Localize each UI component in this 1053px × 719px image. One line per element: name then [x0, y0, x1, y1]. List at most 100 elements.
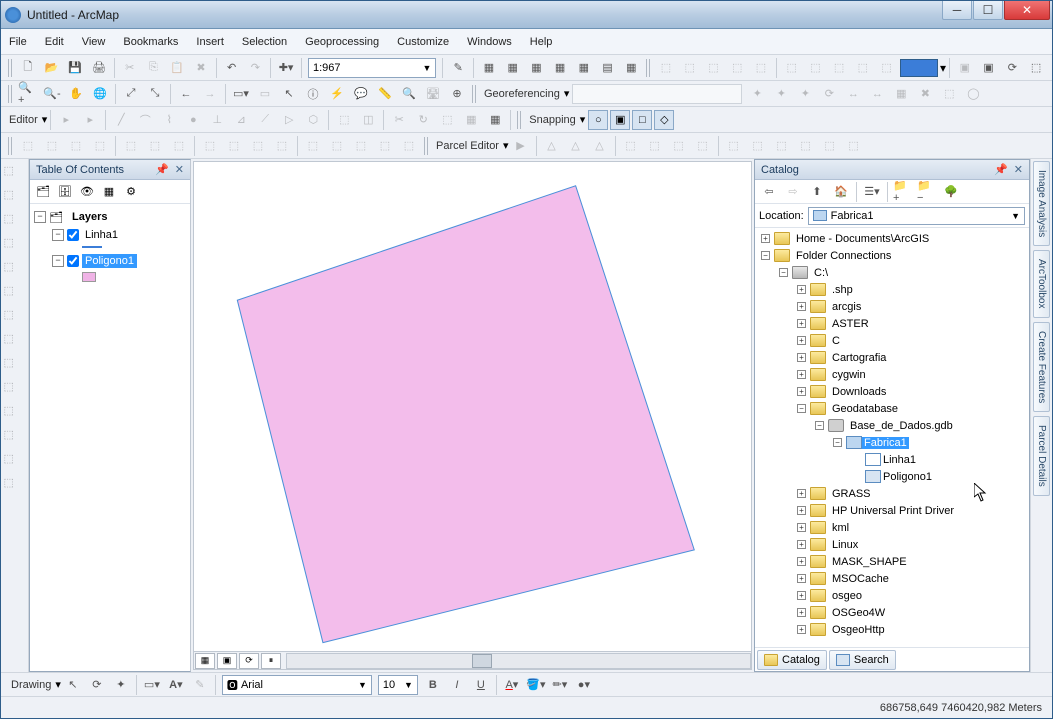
- toc-pin-icon[interactable]: 📌: [155, 163, 169, 176]
- toc-root-expand[interactable]: −: [34, 211, 46, 223]
- ed-n[interactable]: ✂: [388, 109, 410, 131]
- pause-drawing[interactable]: ⏸: [261, 653, 281, 669]
- cat-exp-f6[interactable]: +: [797, 387, 806, 396]
- cat-exp-g2[interactable]: +: [797, 523, 806, 532]
- pc-e[interactable]: ⬚: [120, 135, 142, 157]
- tb-p[interactable]: ⬚: [852, 57, 874, 79]
- bold-button[interactable]: B: [422, 674, 444, 696]
- tb-s[interactable]: ▣: [978, 57, 1000, 79]
- gr-a[interactable]: ✦: [746, 83, 768, 105]
- vbtn-13[interactable]: ⬚: [4, 452, 26, 474]
- line-color[interactable]: ✏▾: [549, 674, 571, 696]
- cat-fc1[interactable]: Poligono1: [881, 471, 934, 483]
- toc-layer1-check[interactable]: [67, 229, 79, 241]
- toc-options[interactable]: ⚙: [121, 182, 141, 202]
- vbtn-9[interactable]: ⬚: [4, 356, 26, 378]
- cat-exp-g7[interactable]: +: [797, 608, 806, 617]
- cat-exp-g6[interactable]: +: [797, 591, 806, 600]
- vbtn-10[interactable]: ⬚: [4, 380, 26, 402]
- cat-geodb[interactable]: Geodatabase: [830, 403, 900, 415]
- scale-combo[interactable]: ▼: [308, 58, 436, 78]
- cat-back[interactable]: ⇦: [758, 181, 780, 203]
- pe-f[interactable]: ⬚: [644, 135, 666, 157]
- cat-exp-g1[interactable]: +: [797, 506, 806, 515]
- toc-list-by-drawing[interactable]: 🗂: [33, 182, 53, 202]
- tb-j[interactable]: ⬚: [703, 57, 725, 79]
- cat-exp-geodb[interactable]: −: [797, 404, 806, 413]
- cat-exp-f3[interactable]: +: [797, 336, 806, 345]
- measure-button[interactable]: 📏: [374, 83, 396, 105]
- cat-connect-folder[interactable]: 📁+: [892, 181, 914, 203]
- identify-button[interactable]: ⓘ: [302, 83, 324, 105]
- cat-exp-f4[interactable]: +: [797, 353, 806, 362]
- toolbar-btn-e[interactable]: ▦: [573, 57, 595, 79]
- html-popup[interactable]: 💬: [350, 83, 372, 105]
- cat-fc0[interactable]: Linha1: [881, 454, 918, 466]
- catalog-close-icon[interactable]: ✕: [1014, 163, 1023, 176]
- italic-button[interactable]: I: [446, 674, 468, 696]
- select-features[interactable]: ▭▾: [230, 83, 252, 105]
- cat-f5[interactable]: cygwin: [830, 369, 868, 381]
- catalog-location-box[interactable]: Fabrica1 ▼: [808, 207, 1025, 225]
- pe-i[interactable]: ⬚: [723, 135, 745, 157]
- cat-exp-fc[interactable]: −: [761, 251, 770, 260]
- font-color[interactable]: A▾: [501, 674, 523, 696]
- minimize-button[interactable]: ─: [942, 1, 972, 20]
- tb-i[interactable]: ⬚: [679, 57, 701, 79]
- cat-forward[interactable]: ⇨: [782, 181, 804, 203]
- marker-color[interactable]: ●▾: [573, 674, 595, 696]
- tb-t[interactable]: ⟳: [1001, 57, 1023, 79]
- find-route[interactable]: 🛣: [422, 83, 444, 105]
- paste-button[interactable]: 📋: [166, 57, 188, 79]
- vbtn-14[interactable]: ⬚: [4, 476, 26, 498]
- tb-m[interactable]: ⬚: [781, 57, 803, 79]
- print-button[interactable]: 🖨: [88, 57, 110, 79]
- pc-a[interactable]: ⬚: [17, 135, 39, 157]
- vbtn-12[interactable]: ⬚: [4, 428, 26, 450]
- toolbar-btn-f[interactable]: ▤: [597, 57, 619, 79]
- georef-label[interactable]: Georeferencing: [480, 88, 564, 100]
- cat-disconnect-folder[interactable]: 📁−: [916, 181, 938, 203]
- vbtn-7[interactable]: ⬚: [4, 308, 26, 330]
- cut-button[interactable]: ✂: [119, 57, 141, 79]
- georef-layer-combo[interactable]: [572, 84, 742, 104]
- pe-h[interactable]: ⬚: [692, 135, 714, 157]
- catalog-pin-icon[interactable]: 📌: [994, 163, 1008, 176]
- fixed-zoom-in[interactable]: ⤢: [120, 83, 142, 105]
- menu-file[interactable]: File: [9, 36, 27, 48]
- ed-q[interactable]: ▦: [460, 109, 482, 131]
- toc-close-icon[interactable]: ✕: [175, 163, 184, 176]
- cat-f2[interactable]: ASTER: [830, 318, 871, 330]
- full-extent-button[interactable]: 🌐: [89, 83, 111, 105]
- toc-list-by-visibility[interactable]: 👁: [77, 182, 97, 202]
- toolbar-btn-g[interactable]: ▦: [620, 57, 642, 79]
- cat-exp-f1[interactable]: +: [797, 302, 806, 311]
- cat-exp-g8[interactable]: +: [797, 625, 806, 634]
- forward-extent[interactable]: →: [199, 83, 221, 105]
- drawing-menu[interactable]: Drawing: [7, 679, 55, 691]
- ed-d[interactable]: ⌒: [134, 109, 156, 131]
- tb-k[interactable]: ⬚: [726, 57, 748, 79]
- menu-selection[interactable]: Selection: [242, 36, 287, 48]
- font-combo[interactable]: 🅾 Arial▼: [222, 675, 372, 695]
- toc-list-by-source[interactable]: 🗄: [55, 182, 75, 202]
- pe-g[interactable]: ⬚: [668, 135, 690, 157]
- toolbar-btn-d[interactable]: ▦: [549, 57, 571, 79]
- hyperlink-button[interactable]: ⚡: [326, 83, 348, 105]
- parcel-details-tab[interactable]: Parcel Details: [1033, 416, 1050, 496]
- pe-m[interactable]: ⬚: [819, 135, 841, 157]
- ed-e[interactable]: ⌇: [158, 109, 180, 131]
- menu-windows[interactable]: Windows: [467, 36, 512, 48]
- cat-g1[interactable]: HP Universal Print Driver: [830, 505, 956, 517]
- pe-n[interactable]: ⬚: [843, 135, 865, 157]
- pc-n[interactable]: ⬚: [350, 135, 372, 157]
- cat-g5[interactable]: MSOCache: [830, 573, 891, 585]
- scale-input[interactable]: [313, 62, 413, 74]
- vbtn-3[interactable]: ⬚: [4, 212, 26, 234]
- go-to-xy[interactable]: ⊕: [446, 83, 468, 105]
- pe-k[interactable]: ⬚: [771, 135, 793, 157]
- ed-o[interactable]: ↻: [412, 109, 434, 131]
- toc-layer2-check[interactable]: [67, 255, 79, 267]
- search-tab[interactable]: Search: [829, 650, 896, 670]
- ed-m[interactable]: ◫: [357, 109, 379, 131]
